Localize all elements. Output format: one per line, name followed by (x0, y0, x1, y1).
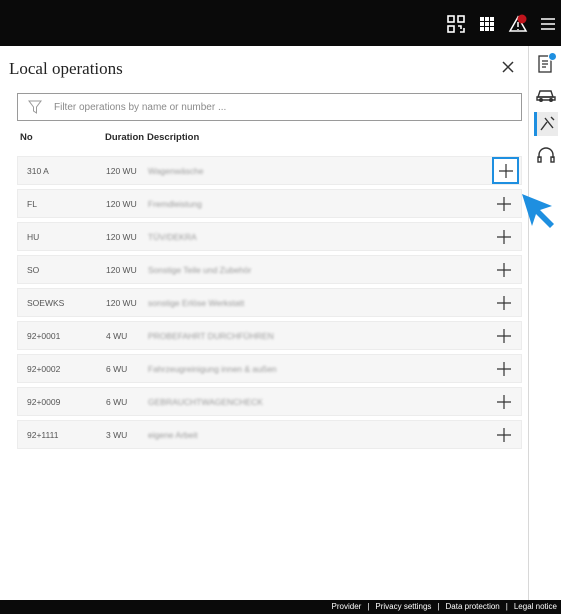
plus-icon (497, 329, 511, 343)
header-no: No (20, 132, 33, 143)
sidebar-item-operations[interactable] (534, 112, 558, 136)
table-row[interactable]: SO 120 WU Sonstige Teile und Zubehör (17, 255, 522, 284)
headset-icon (537, 147, 555, 163)
add-operation-button[interactable] (493, 292, 515, 314)
page-title: Local operations (9, 59, 123, 78)
row-duration: 6 WU (106, 364, 128, 374)
add-operation-button[interactable] (492, 157, 519, 184)
add-operation-button[interactable] (493, 391, 515, 413)
table-row[interactable]: 92+1111 3 WU eigene Arbeit (17, 420, 522, 449)
table-row[interactable]: SOEWKS 120 WU sonstige Erlöse Werkstatt (17, 288, 522, 317)
add-operation-button[interactable] (493, 193, 515, 215)
add-operation-button[interactable] (493, 325, 515, 347)
row-duration: 120 WU (106, 199, 137, 209)
tools-icon (540, 116, 555, 131)
sidebar-item-vehicle[interactable] (534, 82, 558, 106)
filter-icon (28, 100, 42, 114)
table-row[interactable]: FL 120 WU Fremdleistung (17, 189, 522, 218)
filter-field[interactable] (17, 93, 522, 121)
row-duration: 120 WU (106, 298, 137, 308)
row-duration: 4 WU (106, 331, 128, 341)
row-description: TÜV/DEKRA (148, 232, 197, 242)
footer: Provider | Privacy settings | Data protectio… (0, 600, 561, 614)
table-row[interactable]: HU 120 WU TÜV/DEKRA (17, 222, 522, 251)
pointer-cursor-icon (518, 190, 558, 232)
table-row[interactable]: 92+0001 4 WU PROBEFAHRT DURCHFÜHREN (17, 321, 522, 350)
operations-list: 310 A 120 WU Wagenwäsche FL 120 WU Fremd… (17, 156, 522, 453)
footer-link-privacy-settings[interactable]: Privacy settings (375, 602, 431, 611)
menu-icon[interactable] (538, 14, 558, 34)
row-description: Wagenwäsche (148, 166, 204, 176)
warning-icon[interactable] (508, 14, 528, 34)
row-description: Sonstige Teile und Zubehör (148, 265, 252, 275)
row-no: SOEWKS (27, 298, 65, 308)
plus-icon (497, 362, 511, 376)
row-no: 92+1111 (27, 430, 59, 440)
right-sidebar (530, 46, 561, 600)
row-no: HU (27, 232, 40, 242)
row-duration: 120 WU (106, 166, 137, 176)
sidebar-item-support[interactable] (534, 144, 558, 168)
table-row[interactable]: 92+0009 6 WU GEBRAUCHTWAGENCHECK (17, 387, 522, 416)
sidebar-item-documents[interactable] (534, 52, 558, 76)
notification-badge (548, 52, 557, 61)
plus-icon (498, 163, 513, 178)
row-description: GEBRAUCHTWAGENCHECK (148, 397, 263, 407)
top-bar (0, 0, 561, 46)
row-description: eigene Arbeit (148, 430, 198, 440)
row-description: Fremdleistung (148, 199, 202, 209)
footer-link-data-protection[interactable]: Data protection (446, 602, 500, 611)
plus-icon (497, 296, 511, 310)
footer-link-legal-notice[interactable]: Legal notice (514, 602, 557, 611)
header-description: Description (147, 132, 200, 143)
row-no: 310 A (27, 166, 49, 176)
row-duration: 120 WU (106, 232, 137, 242)
row-duration: 6 WU (106, 397, 128, 407)
table-row[interactable]: 92+0002 6 WU Fahrzeugreinigung innen & a… (17, 354, 522, 383)
add-operation-button[interactable] (493, 358, 515, 380)
row-no: 92+0002 (27, 364, 61, 374)
row-description: Fahrzeugreinigung innen & außen (148, 364, 277, 374)
plus-icon (497, 428, 511, 442)
grid-apps-icon[interactable] (477, 14, 497, 34)
plus-icon (497, 263, 511, 277)
add-operation-button[interactable] (493, 226, 515, 248)
plus-icon (497, 197, 511, 211)
filter-input[interactable] (54, 98, 514, 116)
car-icon (536, 90, 556, 103)
row-no: SO (27, 265, 40, 275)
row-no: 92+0001 (27, 331, 61, 341)
table-row[interactable]: 310 A 120 WU Wagenwäsche (17, 156, 522, 185)
row-duration: 3 WU (106, 430, 128, 440)
table-header: No Duration Description (17, 130, 522, 146)
add-operation-button[interactable] (493, 259, 515, 281)
qr-scan-icon[interactable] (446, 14, 466, 34)
row-no: FL (27, 199, 37, 209)
close-button[interactable] (498, 57, 518, 77)
plus-icon (497, 395, 511, 409)
footer-link-provider[interactable]: Provider (332, 602, 362, 611)
row-description: PROBEFAHRT DURCHFÜHREN (148, 331, 274, 341)
row-duration: 120 WU (106, 265, 137, 275)
row-description: sonstige Erlöse Werkstatt (148, 298, 245, 308)
add-operation-button[interactable] (493, 424, 515, 446)
plus-icon (497, 230, 511, 244)
header-duration: Duration (105, 132, 145, 143)
local-operations-panel: Local operations No Duration Description… (0, 46, 529, 600)
row-no: 92+0009 (27, 397, 61, 407)
close-icon (502, 61, 514, 73)
